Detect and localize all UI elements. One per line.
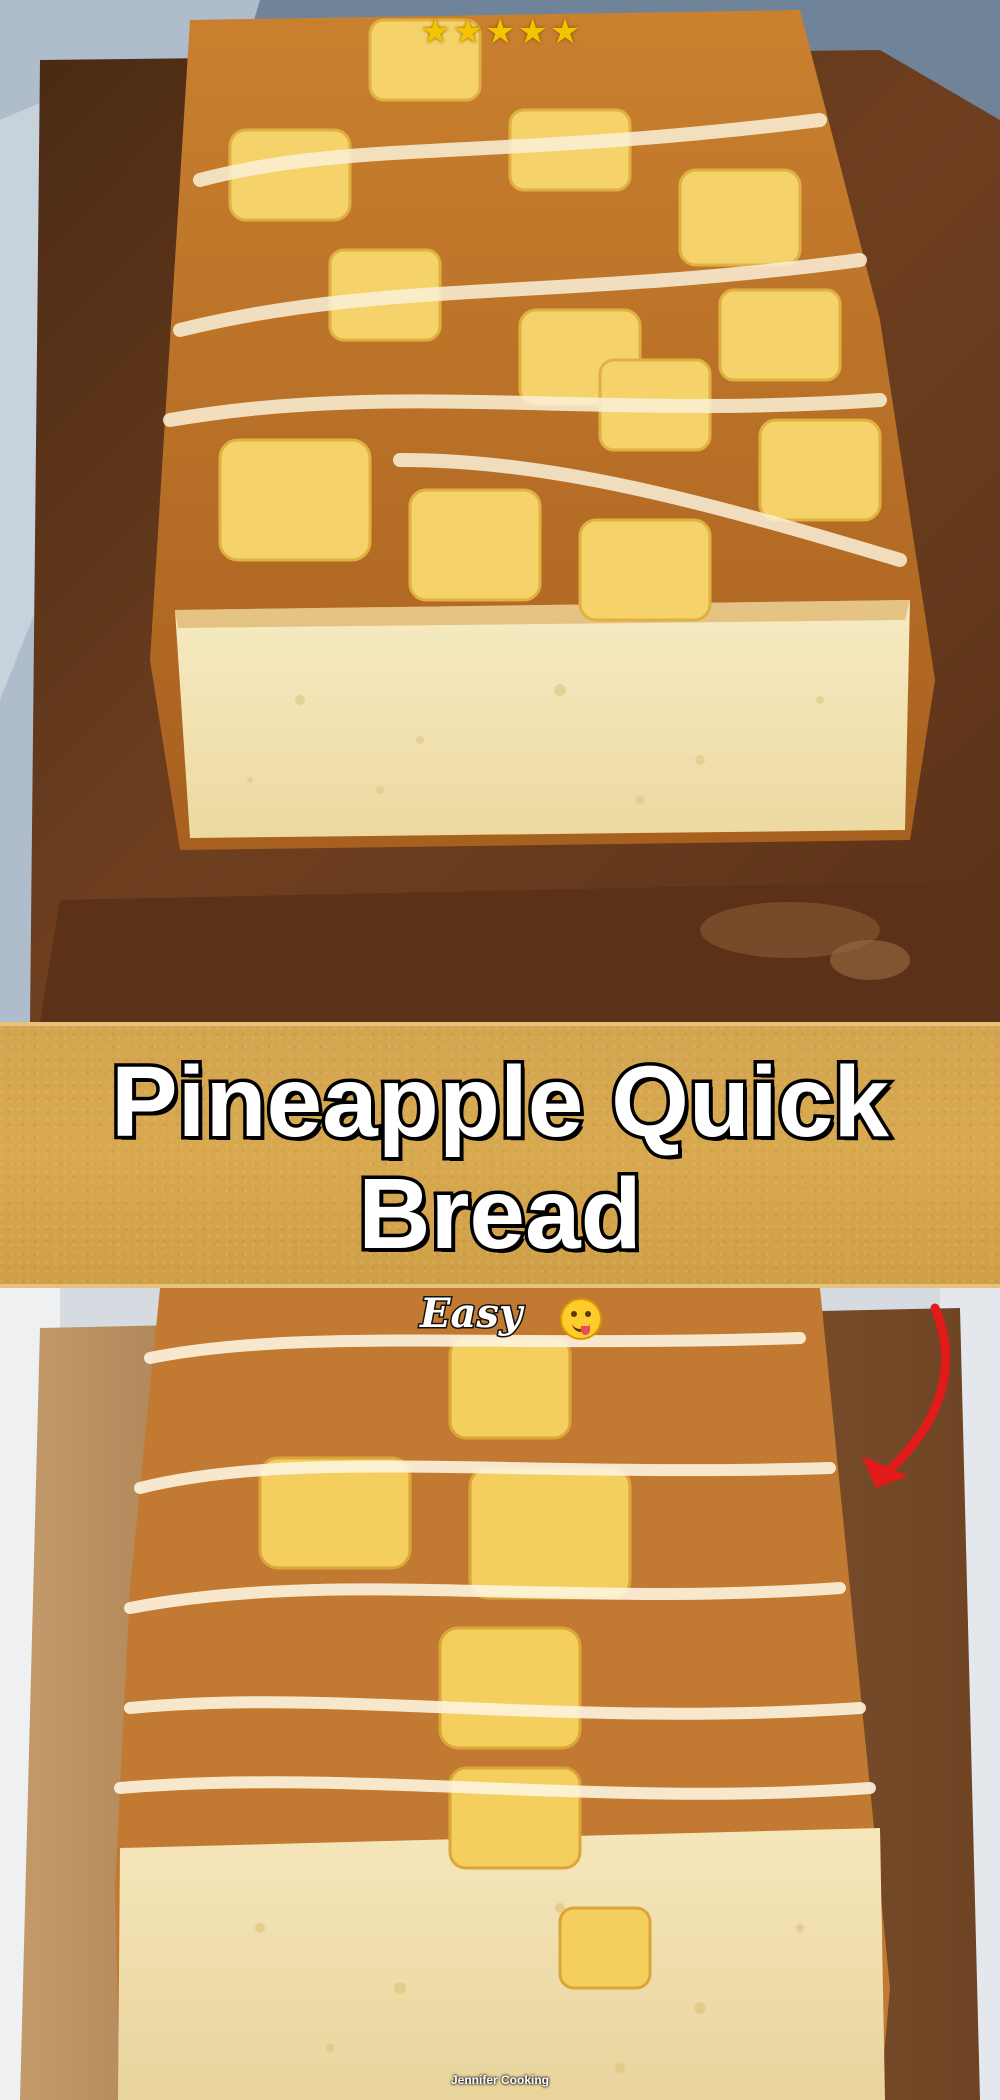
- recipe-title-line-1: Pineapple Quick: [107, 1043, 892, 1162]
- face-savoring-food-icon: [560, 1298, 602, 1340]
- pineapple-loaf-image-top: [0, 0, 1000, 1022]
- top-food-photo: ★★★★★: [0, 0, 1000, 1022]
- easy-tag: Easy: [418, 1289, 523, 1339]
- bottom-food-photo: [0, 1288, 1000, 2100]
- rating-stars: ★★★★★: [420, 12, 583, 52]
- title-banner: Pineapple Quick Bread: [0, 1022, 1000, 1288]
- author-credit: Jennifer Cooking: [450, 2073, 549, 2087]
- pineapple-loaf-image-bottom: [0, 1288, 1000, 2100]
- recipe-title-line-2: Bread: [355, 1155, 645, 1274]
- recipe-title: Pineapple Quick Bread: [0, 1043, 1000, 1274]
